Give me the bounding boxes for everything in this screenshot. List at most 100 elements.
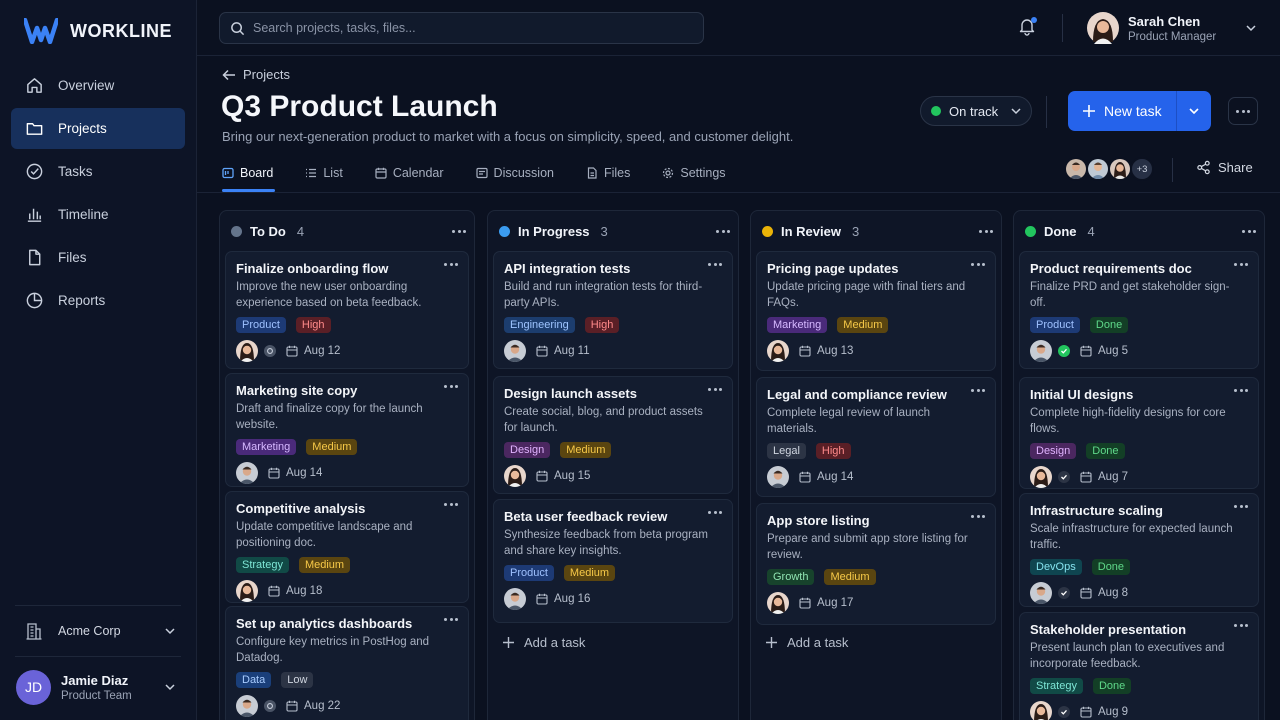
- notifications-button[interactable]: [1017, 16, 1039, 38]
- chevron-down-icon: [1246, 25, 1256, 32]
- add-task-button[interactable]: Add a task: [502, 635, 585, 650]
- task-title: Stakeholder presentation: [1030, 622, 1187, 637]
- building-icon: [26, 623, 42, 640]
- task-tags: Strategy Medium: [236, 557, 351, 573]
- task-meta: Aug 16: [504, 588, 590, 610]
- new-task-dropdown[interactable]: [1177, 105, 1211, 117]
- task-more-button[interactable]: [708, 388, 722, 391]
- task-card[interactable]: Beta user feedback review Synthesize feed…: [493, 499, 733, 623]
- chat-icon: [475, 167, 488, 179]
- org-switcher[interactable]: Acme Corp: [24, 619, 176, 643]
- sidebar-item-overview[interactable]: Overview: [11, 65, 185, 106]
- task-more-button[interactable]: [1234, 505, 1248, 508]
- task-card[interactable]: API integration tests Build and run integ…: [493, 251, 733, 369]
- task-card[interactable]: Legal and compliance review Complete lega…: [756, 377, 996, 497]
- task-card[interactable]: Pricing page updates Update pricing page …: [756, 251, 996, 371]
- task-more-button[interactable]: [444, 503, 458, 506]
- sidebar-item-tasks[interactable]: Tasks: [11, 151, 185, 192]
- tab-settings[interactable]: Settings: [662, 154, 726, 192]
- tag-done: Done: [1092, 678, 1132, 694]
- search-input[interactable]: [253, 21, 673, 35]
- sidebar-item-reports[interactable]: Reports: [11, 280, 185, 321]
- task-more-button[interactable]: [1234, 624, 1248, 627]
- add-task-button[interactable]: Add a task: [765, 635, 848, 650]
- task-title: Infrastructure scaling: [1030, 503, 1163, 518]
- task-card[interactable]: Design launch assets Create social, blog,…: [493, 376, 733, 494]
- status-dropdown[interactable]: On track: [920, 96, 1032, 126]
- column-more-button[interactable]: [452, 229, 466, 233]
- task-description: Finalize PRD and get stakeholder sign-of…: [1030, 281, 1230, 309]
- task-more-button[interactable]: [971, 389, 985, 392]
- tab-calendar[interactable]: Calendar: [375, 154, 444, 192]
- header-divider: [1172, 158, 1173, 182]
- task-card[interactable]: Finalize onboarding flow Improve the new …: [225, 251, 469, 369]
- sidebar-item-files[interactable]: Files: [11, 237, 185, 278]
- task-title: API integration tests: [504, 261, 631, 276]
- calendar-icon: [1080, 587, 1092, 599]
- task-tags: Design Medium: [504, 442, 612, 458]
- tab-discussion[interactable]: Discussion: [475, 154, 554, 192]
- task-title: Initial UI designs: [1030, 387, 1134, 402]
- brand[interactable]: WORKLINE: [24, 16, 172, 46]
- more-icon: [979, 229, 993, 233]
- tag-strategy: Strategy: [236, 557, 289, 573]
- tab-label: Settings: [680, 166, 726, 180]
- search-box[interactable]: [219, 12, 704, 44]
- new-task-button[interactable]: New task: [1068, 91, 1211, 131]
- tab-list[interactable]: List: [305, 154, 343, 192]
- tab-board[interactable]: Board: [222, 154, 276, 192]
- bar-chart-icon: [27, 208, 42, 222]
- column-title: In Progress: [518, 223, 590, 239]
- due-date: Aug 11: [554, 345, 590, 357]
- column-more-button[interactable]: [1242, 229, 1256, 233]
- task-more-button[interactable]: [1234, 263, 1248, 266]
- task-card[interactable]: Stakeholder presentation Present launch p…: [1019, 612, 1259, 720]
- task-more-button[interactable]: [708, 263, 722, 266]
- task-more-button[interactable]: [1234, 389, 1248, 392]
- task-card[interactable]: Marketing site copy Draft and finalize co…: [225, 373, 469, 487]
- more-icon: [1234, 389, 1248, 392]
- project-members[interactable]: +3: [1064, 157, 1154, 181]
- task-more-button[interactable]: [708, 511, 722, 514]
- assignee-avatar: [1030, 466, 1052, 488]
- header-divider: [1046, 96, 1047, 128]
- tag-done: Done: [1089, 317, 1129, 333]
- status-label: On track: [949, 103, 999, 119]
- task-card[interactable]: Product requirements doc Finalize PRD and…: [1019, 251, 1259, 369]
- task-card[interactable]: App store listing Prepare and submit app …: [756, 503, 996, 625]
- sidebar-item-label: Reports: [58, 293, 106, 308]
- new-task-main[interactable]: New task: [1068, 103, 1176, 119]
- column-more-button[interactable]: [979, 229, 993, 233]
- current-user-menu[interactable]: JD Jamie Diaz Product Team: [16, 669, 176, 705]
- calendar-icon: [536, 345, 548, 357]
- member-avatar: [1108, 157, 1132, 181]
- task-more-button[interactable]: [444, 263, 458, 266]
- calendar-icon: [799, 471, 811, 483]
- tag-growth: Growth: [767, 569, 815, 585]
- sidebar-item-projects[interactable]: Projects: [11, 108, 185, 149]
- tag-product: Product: [1030, 317, 1080, 333]
- due-date: Aug 16: [554, 593, 591, 605]
- column-count: 4: [1087, 223, 1095, 239]
- more-icon: [708, 388, 722, 391]
- more-icon: [444, 385, 458, 388]
- calendar-icon: [799, 597, 811, 609]
- task-card[interactable]: Infrastructure scaling Scale infrastructu…: [1019, 493, 1259, 607]
- share-button[interactable]: Share: [1196, 160, 1253, 175]
- task-more-button[interactable]: [971, 515, 985, 518]
- column-more-button[interactable]: [716, 229, 730, 233]
- task-card[interactable]: Competitive analysis Update competitive l…: [225, 491, 469, 603]
- tab-files[interactable]: Files: [586, 154, 630, 192]
- task-meta: Aug 13: [767, 340, 853, 362]
- task-more-button[interactable]: [444, 385, 458, 388]
- task-card[interactable]: Initial UI designs Complete high-fidelity…: [1019, 377, 1259, 489]
- back-link[interactable]: Projects: [222, 67, 290, 82]
- profile-menu[interactable]: Sarah Chen Product Manager: [1087, 12, 1257, 44]
- task-more-button[interactable]: [444, 618, 458, 621]
- task-more-button[interactable]: [971, 263, 985, 266]
- list-icon: [306, 168, 317, 178]
- sidebar-item-timeline[interactable]: Timeline: [11, 194, 185, 235]
- more-icon: [452, 229, 466, 233]
- more-options-button[interactable]: [1228, 97, 1258, 125]
- task-card[interactable]: Set up analytics dashboards Configure key…: [225, 606, 469, 720]
